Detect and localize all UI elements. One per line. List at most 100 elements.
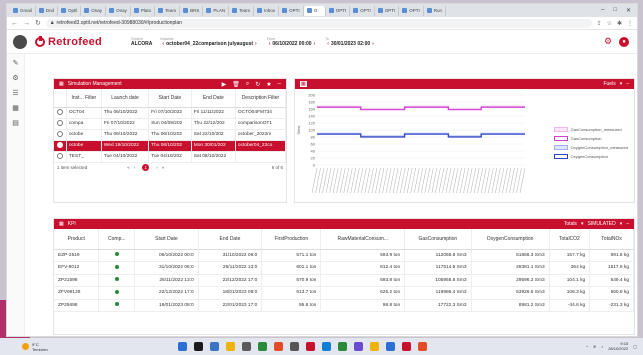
user-icon[interactable]: ● xyxy=(619,36,629,47)
legend-item[interactable]: OxygenConsumption_measured xyxy=(553,145,628,150)
browser-tab[interactable]: PLAN xyxy=(203,5,230,16)
browser-tab[interactable]: BRS xyxy=(180,5,204,16)
taskbar-app-icon[interactable] xyxy=(194,342,203,351)
taskbar-app-icon[interactable] xyxy=(386,342,395,351)
gear-icon[interactable]: ⚙ xyxy=(7,74,24,84)
taskbar-app-icon[interactable] xyxy=(306,342,315,351)
taskbar-app-icon[interactable] xyxy=(354,342,363,351)
collapse-icon[interactable]: – xyxy=(626,221,629,227)
table-row[interactable]: TEST_ Tue 04/10/2022 Tue 04/10/202 Sat 08/1… xyxy=(54,151,287,163)
table-row[interactable]: OCT04 Thu 06/10/2022 Fri 07/10/2022 Fri 11/… xyxy=(54,107,287,119)
to-date-selector[interactable]: To ‹ 30/01/2023 02:00 › xyxy=(325,37,376,47)
table-row[interactable]: octobe Thu 06/10/2022 Thu 06/10/202 Sat 22/… xyxy=(54,129,287,141)
kpi-column-header[interactable]: End Date xyxy=(198,229,263,250)
browser-tab[interactable]: OPTI xyxy=(375,5,400,16)
refresh-icon[interactable]: ↻ xyxy=(255,81,260,88)
kpi-column-header[interactable]: TotalNOx xyxy=(589,229,634,250)
play-icon[interactable]: ▶ xyxy=(222,81,227,88)
star-icon[interactable]: ☆ xyxy=(607,20,612,27)
dashboard-icon[interactable]: ▦ xyxy=(7,104,24,114)
kpi-column-header[interactable]: Product xyxy=(54,229,100,250)
table-row[interactable]: octobe Wed 19/10/2022 Thu 06/10/202 Mon 30/… xyxy=(54,140,287,152)
row-radio[interactable] xyxy=(56,152,63,159)
chevron-up-icon[interactable]: ^ xyxy=(586,344,588,349)
taskbar-app-icon[interactable] xyxy=(258,342,267,351)
from-date-selector[interactable]: From ‹ 06/10/2022 00:00 › xyxy=(267,37,318,47)
taskbar-app-icon[interactable] xyxy=(402,342,411,351)
page-number[interactable]: 1 xyxy=(142,163,150,171)
settings-icon[interactable]: ⚙ xyxy=(603,36,613,47)
legend-item[interactable]: GasConsumption_measured xyxy=(553,127,628,132)
browser-tab[interactable]: Onay xyxy=(106,5,131,16)
browser-tab[interactable]: Run xyxy=(424,5,447,16)
wifi-icon[interactable]: ≋ xyxy=(593,344,596,349)
table-row[interactable]: ZP21598 26/11/2022 13:0 22/12/2022 17:0 570… xyxy=(54,274,634,287)
browser-tab[interactable]: Gmail xyxy=(10,5,36,16)
prev-page-icon[interactable]: ‹ xyxy=(134,165,136,170)
kpi-column-header[interactable]: GasConsumption xyxy=(404,229,472,250)
row-radio[interactable] xyxy=(56,130,63,137)
back-icon[interactable]: ← xyxy=(11,20,18,27)
browser-tab[interactable]: Dnd xyxy=(36,5,59,16)
last-page-icon[interactable]: » xyxy=(162,165,165,170)
kpi-column-header[interactable]: OxygenConsumption xyxy=(471,229,550,250)
first-page-icon[interactable]: « xyxy=(127,165,130,170)
browser-tab[interactable]: Team xyxy=(229,5,255,16)
legend-item[interactable]: OxygenConsumption xyxy=(553,154,628,159)
browser-tab[interactable]: Optil xyxy=(58,5,82,16)
browser-tab[interactable]: Team xyxy=(155,5,181,16)
trash-icon[interactable]: 🗑︎ xyxy=(232,81,240,88)
kpi-column-header[interactable]: Start Date xyxy=(134,229,199,250)
row-radio[interactable] xyxy=(56,108,63,115)
simulation-column-header[interactable]: End Date xyxy=(191,89,236,108)
kpi-column-header[interactable]: Comp... xyxy=(98,229,136,250)
notification-icon[interactable]: ▢ xyxy=(633,344,637,349)
next-page-icon[interactable]: › xyxy=(156,165,158,170)
star-icon[interactable]: ★ xyxy=(266,81,271,88)
kpi-column-header[interactable]: TotalCO2 xyxy=(549,229,591,250)
browser-tab[interactable]: Inbox xyxy=(254,5,280,16)
kpi-column-header[interactable]: FirstProduction xyxy=(261,229,322,250)
wrench-icon[interactable]: ✎ xyxy=(7,59,24,69)
menu-icon[interactable]: ⋮ xyxy=(627,20,633,27)
taskbar-app-icon[interactable] xyxy=(210,342,219,351)
browser-tab[interactable]: OPTI xyxy=(279,5,304,16)
taskbar-app-icon[interactable] xyxy=(322,342,331,351)
share-icon[interactable]: ⇪ xyxy=(597,20,602,27)
table-row[interactable]: EZP-2519 06/10/2022 00:0 31/10/2022 06:0 57… xyxy=(54,249,634,262)
browser-tab[interactable]: O xyxy=(303,5,326,16)
simulation-column-header[interactable]: Description Filter xyxy=(235,89,287,108)
minimize-icon[interactable]: – xyxy=(601,7,604,14)
row-radio-cell[interactable] xyxy=(54,151,67,163)
kpi-column-header[interactable]: RawMaterialConsum... xyxy=(320,229,406,250)
avatar[interactable] xyxy=(13,34,27,49)
simulation-column-header[interactable]: Inst... Filter xyxy=(66,89,102,108)
taskbar-app-icon[interactable] xyxy=(242,342,251,351)
speaker-icon[interactable]: ♪ xyxy=(601,344,603,349)
taskbar-app-icon[interactable] xyxy=(290,342,299,351)
maximize-icon[interactable]: □ xyxy=(613,7,617,14)
simulation-column-header[interactable] xyxy=(54,89,67,108)
collapse-icon[interactable]: – xyxy=(626,81,629,87)
system-selector[interactable]: System ALCORA xyxy=(131,37,152,47)
instance-selector[interactable]: Instance ‹ october04_22comparison julyaug… xyxy=(160,37,258,47)
reload-icon[interactable]: ↻ xyxy=(35,19,41,27)
row-radio-cell[interactable] xyxy=(54,129,67,141)
close-icon[interactable]: ✕ xyxy=(626,7,631,14)
simulation-column-header[interactable]: Launch date xyxy=(101,89,150,108)
taskbar-app-icon[interactable] xyxy=(418,342,427,351)
search-icon[interactable]: ⌕ xyxy=(246,81,249,88)
forward-icon[interactable]: → xyxy=(23,20,30,27)
simulation-column-header[interactable]: Start Date xyxy=(148,89,192,108)
table-row[interactable]: EFV-8012 31/10/2022 06:0 26/11/2022 13:0 60… xyxy=(54,261,634,275)
browser-tab[interactable]: OPTI xyxy=(399,5,424,16)
table-row[interactable]: compa Fri 07/10/2022 Sun 04/09/202 Thu 22/1… xyxy=(54,118,287,130)
row-radio-cell[interactable] xyxy=(54,107,67,119)
taskbar-app-icon[interactable] xyxy=(370,342,379,351)
puzzle-icon[interactable]: ✱ xyxy=(617,20,622,27)
table-row[interactable]: ZP25698 18/01/2023 08:0 22/01/2023 17:0 95.… xyxy=(54,299,634,312)
browser-tab[interactable]: OPTI xyxy=(350,5,375,16)
sliders-icon[interactable]: ☰ xyxy=(7,89,24,99)
grid-icon[interactable]: ▤ xyxy=(7,119,24,129)
series-line-OxygenConsumption[interactable] xyxy=(317,133,525,138)
